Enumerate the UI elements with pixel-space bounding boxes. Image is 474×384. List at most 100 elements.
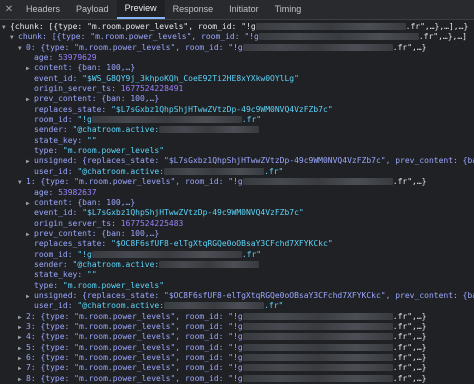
- expand-triangle-icon[interactable]: ▶: [18, 333, 26, 342]
- close-icon[interactable]: ✕: [0, 0, 18, 19]
- item-0-label: 0: {type: "m.room.power_levels", room_id…: [26, 42, 243, 52]
- redacted-room-id: [242, 312, 393, 320]
- field-content[interactable]: ▶ content: {ban: 100,…}: [0, 198, 474, 208]
- item-label: 7: {type: "m.room.power_levels", room_id…: [26, 363, 243, 373]
- json-preview-tree: ▼ {chunk: [{type: "m.room.power_levels", …: [0, 20, 474, 384]
- collapse-triangle-icon[interactable]: ▼: [2, 23, 10, 32]
- redacted-domain: [159, 126, 260, 134]
- field-value: "@chatroom.active:: [77, 301, 165, 311]
- item-label: 2: {type: "m.room.power_levels", room_id…: [26, 311, 243, 321]
- field-key: room_id:: [34, 115, 73, 125]
- field-value: "$OC8F6sfUF8-elTgXtqRGQe0oOBsaY3CFchd7XF…: [111, 239, 333, 249]
- collapse-triangle-icon[interactable]: ▼: [18, 178, 26, 187]
- field-state-key: state_key: "": [0, 136, 474, 146]
- field-value: "m.room.power_levels": [62, 280, 165, 290]
- tree-row-item-4[interactable]: ▶ 4: {type: "m.room.power_levels", room_i…: [0, 332, 474, 342]
- expand-triangle-icon[interactable]: ▶: [26, 157, 34, 166]
- expand-triangle-icon[interactable]: ▶: [26, 292, 34, 301]
- tab-payload[interactable]: Payload: [68, 0, 117, 19]
- field-prev-content[interactable]: ▶ prev_content: {ban: 100,…}: [0, 229, 474, 239]
- item-label: 5: {type: "m.room.power_levels", room_id…: [26, 342, 243, 352]
- field-unsigned[interactable]: ▶ unsigned: {replaces_state: "$OC8F6sfUF8…: [0, 291, 474, 301]
- tab-timing[interactable]: Timing: [267, 0, 310, 19]
- field-value: "@chatroom.active:: [77, 166, 165, 176]
- redacted-room-id: [242, 374, 393, 382]
- expand-triangle-icon[interactable]: ▶: [18, 323, 26, 332]
- field-key: event_id:: [34, 73, 78, 83]
- field-key: origin_server_ts:: [34, 218, 116, 228]
- expand-triangle-icon[interactable]: ▶: [26, 95, 34, 104]
- expand-triangle-icon[interactable]: ▶: [18, 375, 26, 384]
- tree-row-chunk[interactable]: ▼ chunk: [{type: "m.room.power_levels", r…: [0, 32, 474, 42]
- redacted-room-id: [242, 178, 393, 186]
- collapse-triangle-icon[interactable]: ▼: [18, 44, 26, 53]
- tree-row-item-5[interactable]: ▶ 5: {type: "m.room.power_levels", room_i…: [0, 343, 474, 353]
- redacted-room-id: [242, 354, 393, 361]
- field-key: prev_content: {ban: 100,…}: [34, 228, 160, 238]
- tab-preview[interactable]: Preview: [116, 0, 165, 19]
- field-age: age: 53982637: [0, 188, 474, 198]
- expand-triangle-icon[interactable]: ▶: [18, 313, 26, 322]
- redacted-room-id: [91, 116, 242, 124]
- field-unsigned[interactable]: ▶ unsigned: {replaces_state: "$L7sGxbz1Qh…: [0, 156, 474, 166]
- expand-triangle-icon[interactable]: ▶: [18, 344, 26, 353]
- field-room-id: room_id: "!g .fr": [0, 250, 474, 260]
- field-type: type: "m.room.power_levels": [0, 281, 474, 291]
- redacted-room-id: [242, 322, 393, 330]
- tree-row-item-1[interactable]: ▼ 1: {type: "m.room.power_levels", room_i…: [0, 177, 474, 187]
- field-key: prev_content: {ban: 100,…}: [34, 94, 160, 104]
- redacted-room-id: [242, 333, 393, 341]
- field-value: "": [87, 270, 97, 280]
- devtools-tabbar: ✕ Headers Payload Preview Response Initi…: [0, 0, 474, 20]
- tab-initiator[interactable]: Initiator: [221, 0, 267, 19]
- field-user-id: user_id: "@chatroom.active: .fr": [0, 167, 474, 177]
- expand-triangle-icon[interactable]: ▶: [26, 230, 34, 239]
- root-label: {chunk: [{type: "m.room.power_levels", r…: [10, 22, 256, 31]
- field-type: type: "m.room.power_levels": [0, 146, 474, 156]
- item-0-tail: .fr",…}: [392, 42, 427, 52]
- field-key: origin_server_ts:: [34, 84, 116, 94]
- field-key: user_id:: [34, 301, 73, 311]
- item-tail: .fr",…}: [392, 332, 427, 342]
- tree-row-item-6[interactable]: ▶ 6: {type: "m.room.power_levels", room_i…: [0, 353, 474, 363]
- expand-triangle-icon[interactable]: ▶: [18, 364, 26, 373]
- tree-row-item-2[interactable]: ▶ 2: {type: "m.room.power_levels", room_i…: [0, 312, 474, 322]
- item-tail: .fr",…}: [392, 342, 427, 352]
- collapse-triangle-icon[interactable]: ▼: [10, 33, 18, 42]
- tree-row-item-3[interactable]: ▶ 3: {type: "m.room.power_levels", room_i…: [0, 322, 474, 332]
- tree-row-item-8[interactable]: ▶ 8: {type: "m.room.power_levels", room_i…: [0, 374, 474, 384]
- field-value: 1677524225483: [120, 218, 184, 228]
- field-key: replaces_state:: [34, 239, 107, 249]
- field-value-tail: .fr": [241, 115, 262, 125]
- item-label: 8: {type: "m.room.power_levels", room_id…: [26, 373, 243, 383]
- field-value: "$WS_G8QY9j_3khpoKQh_CoeE92Ti2HE8xYXkw0O…: [82, 73, 299, 83]
- field-value: 1677524228491: [120, 84, 184, 94]
- expand-triangle-icon[interactable]: ▶: [26, 199, 34, 208]
- tree-row-item-7[interactable]: ▶ 7: {type: "m.room.power_levels", room_i…: [0, 363, 474, 373]
- field-value: "@chatroom.active:: [72, 259, 160, 269]
- field-sender: sender: "@chatroom.active:: [0, 125, 474, 135]
- field-key: user_id:: [34, 166, 73, 176]
- item-label: 4: {type: "m.room.power_levels", room_id…: [26, 332, 243, 342]
- item-tail: .fr",…}: [392, 373, 427, 383]
- item-tail: .fr",…}: [392, 363, 427, 373]
- field-key: unsigned: {replaces_state: "$OC8F6sfUF8-…: [34, 290, 474, 300]
- tree-row-root[interactable]: ▼ {chunk: [{type: "m.room.power_levels", …: [0, 22, 474, 32]
- expand-triangle-icon[interactable]: ▶: [18, 354, 26, 363]
- tree-row-item-0[interactable]: ▼ 0: {type: "m.room.power_levels", room_i…: [0, 43, 474, 53]
- field-user-id: user_id: "@chatroom.active: .fr": [0, 301, 474, 311]
- tab-response[interactable]: Response: [165, 0, 222, 19]
- field-replaces-state: replaces_state: "$L7sGxbz1QhpShjHTwwZVtz…: [0, 105, 474, 115]
- field-key: content: {ban: 100,…}: [34, 63, 136, 73]
- field-prev-content[interactable]: ▶ prev_content: {ban: 100,…}: [0, 94, 474, 104]
- expand-triangle-icon[interactable]: ▶: [26, 64, 34, 73]
- field-replaces-state: replaces_state: "$OC8F6sfUF8-elTgXtqRGQe…: [0, 239, 474, 249]
- tab-headers[interactable]: Headers: [18, 0, 68, 19]
- field-key: state_key:: [34, 135, 83, 145]
- field-state-key: state_key: "": [0, 270, 474, 280]
- field-value: "!g: [77, 249, 92, 259]
- field-content[interactable]: ▶ content: {ban: 100,…}: [0, 63, 474, 73]
- field-value-tail: .fr": [241, 249, 262, 259]
- chunk-tail: .fr",…},…]: [418, 32, 467, 42]
- field-key: sender:: [34, 125, 68, 135]
